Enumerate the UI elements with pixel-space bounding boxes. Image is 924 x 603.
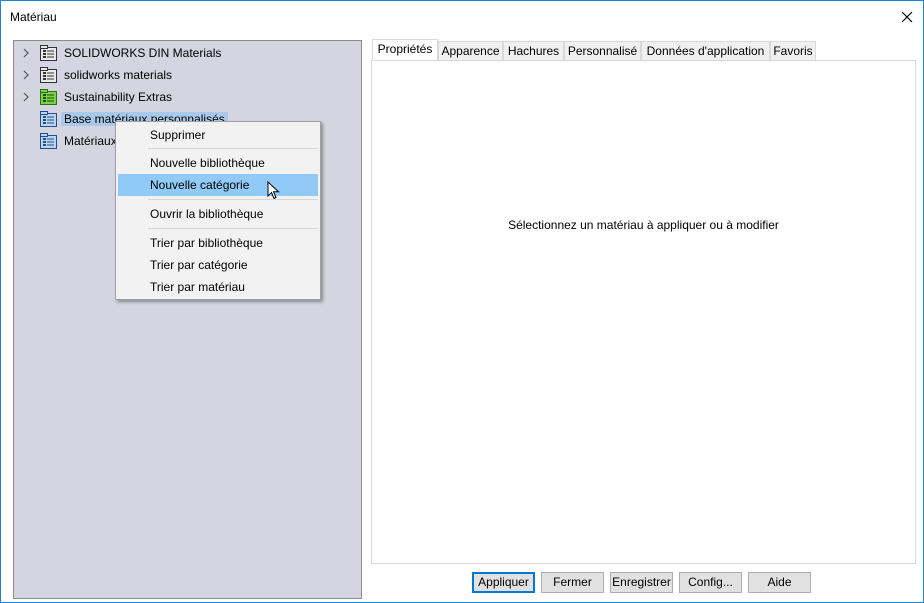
tab-proprietes[interactable]: Propriétés — [372, 39, 438, 61]
menu-item-nouvelle-categorie[interactable]: Nouvelle catégorie — [118, 174, 318, 196]
library-icon — [40, 45, 57, 61]
chevron-right-icon[interactable] — [21, 92, 31, 102]
tree-item-label: solidworks materials — [64, 68, 173, 82]
save-button[interactable]: Enregistrer — [610, 572, 673, 593]
mouse-cursor-icon — [267, 181, 280, 200]
tree-item-label: Sustainability Extras — [64, 90, 173, 104]
menu-item-trier-bibliotheque[interactable]: Trier par bibliothèque — [118, 232, 318, 254]
material-dialog: Matériau SOLIDWORKS DIN Materials solidw… — [0, 0, 924, 603]
menu-separator — [148, 228, 318, 229]
custom-library-icon — [40, 111, 57, 127]
title-bar: Matériau — [1, 1, 923, 33]
menu-separator — [148, 148, 318, 149]
library-icon — [40, 67, 57, 83]
properties-content: Sélectionnez un matériau à appliquer ou … — [371, 60, 916, 564]
tab-favoris[interactable]: Favoris — [770, 41, 816, 61]
menu-item-supprimer[interactable]: Supprimer — [118, 124, 318, 146]
menu-item-trier-categorie[interactable]: Trier par catégorie — [118, 254, 318, 276]
close-dialog-button[interactable]: Fermer — [541, 572, 604, 593]
apply-button[interactable]: Appliquer — [472, 572, 535, 593]
window-title: Matériau — [10, 10, 57, 24]
chevron-right-icon[interactable] — [21, 70, 31, 80]
selection-hint: Sélectionnez un matériau à appliquer ou … — [508, 218, 779, 232]
green-library-icon — [40, 89, 57, 105]
custom-library-icon — [40, 133, 57, 149]
menu-item-ouvrir-bibliotheque[interactable]: Ouvrir la bibliothèque — [118, 203, 318, 225]
config-button[interactable]: Config... — [679, 572, 742, 593]
tree-item-label: Matériaux — [64, 134, 117, 148]
help-button[interactable]: Aide — [748, 572, 811, 593]
context-menu: Supprimer Nouvelle bibliothèque Nouvelle… — [115, 121, 321, 300]
close-icon — [901, 11, 913, 23]
tree-item-sustainability-extras[interactable]: Sustainability Extras — [14, 87, 361, 107]
menu-separator — [148, 199, 318, 200]
tree-item-solidworks-din[interactable]: SOLIDWORKS DIN Materials — [14, 43, 361, 63]
chevron-right-icon[interactable] — [21, 48, 31, 58]
tree-item-solidworks-materials[interactable]: solidworks materials — [14, 65, 361, 85]
tab-personnalise[interactable]: Personnalisé — [564, 41, 641, 61]
tab-donnees-application[interactable]: Données d'application — [641, 41, 770, 61]
tree-item-label: SOLIDWORKS DIN Materials — [64, 46, 222, 60]
menu-item-nouvelle-bibliotheque[interactable]: Nouvelle bibliothèque — [118, 152, 318, 174]
close-button[interactable] — [893, 3, 921, 31]
menu-item-trier-materiau[interactable]: Trier par matériau — [118, 276, 318, 298]
tab-hachures[interactable]: Hachures — [503, 41, 564, 61]
tab-apparence[interactable]: Apparence — [438, 41, 503, 61]
